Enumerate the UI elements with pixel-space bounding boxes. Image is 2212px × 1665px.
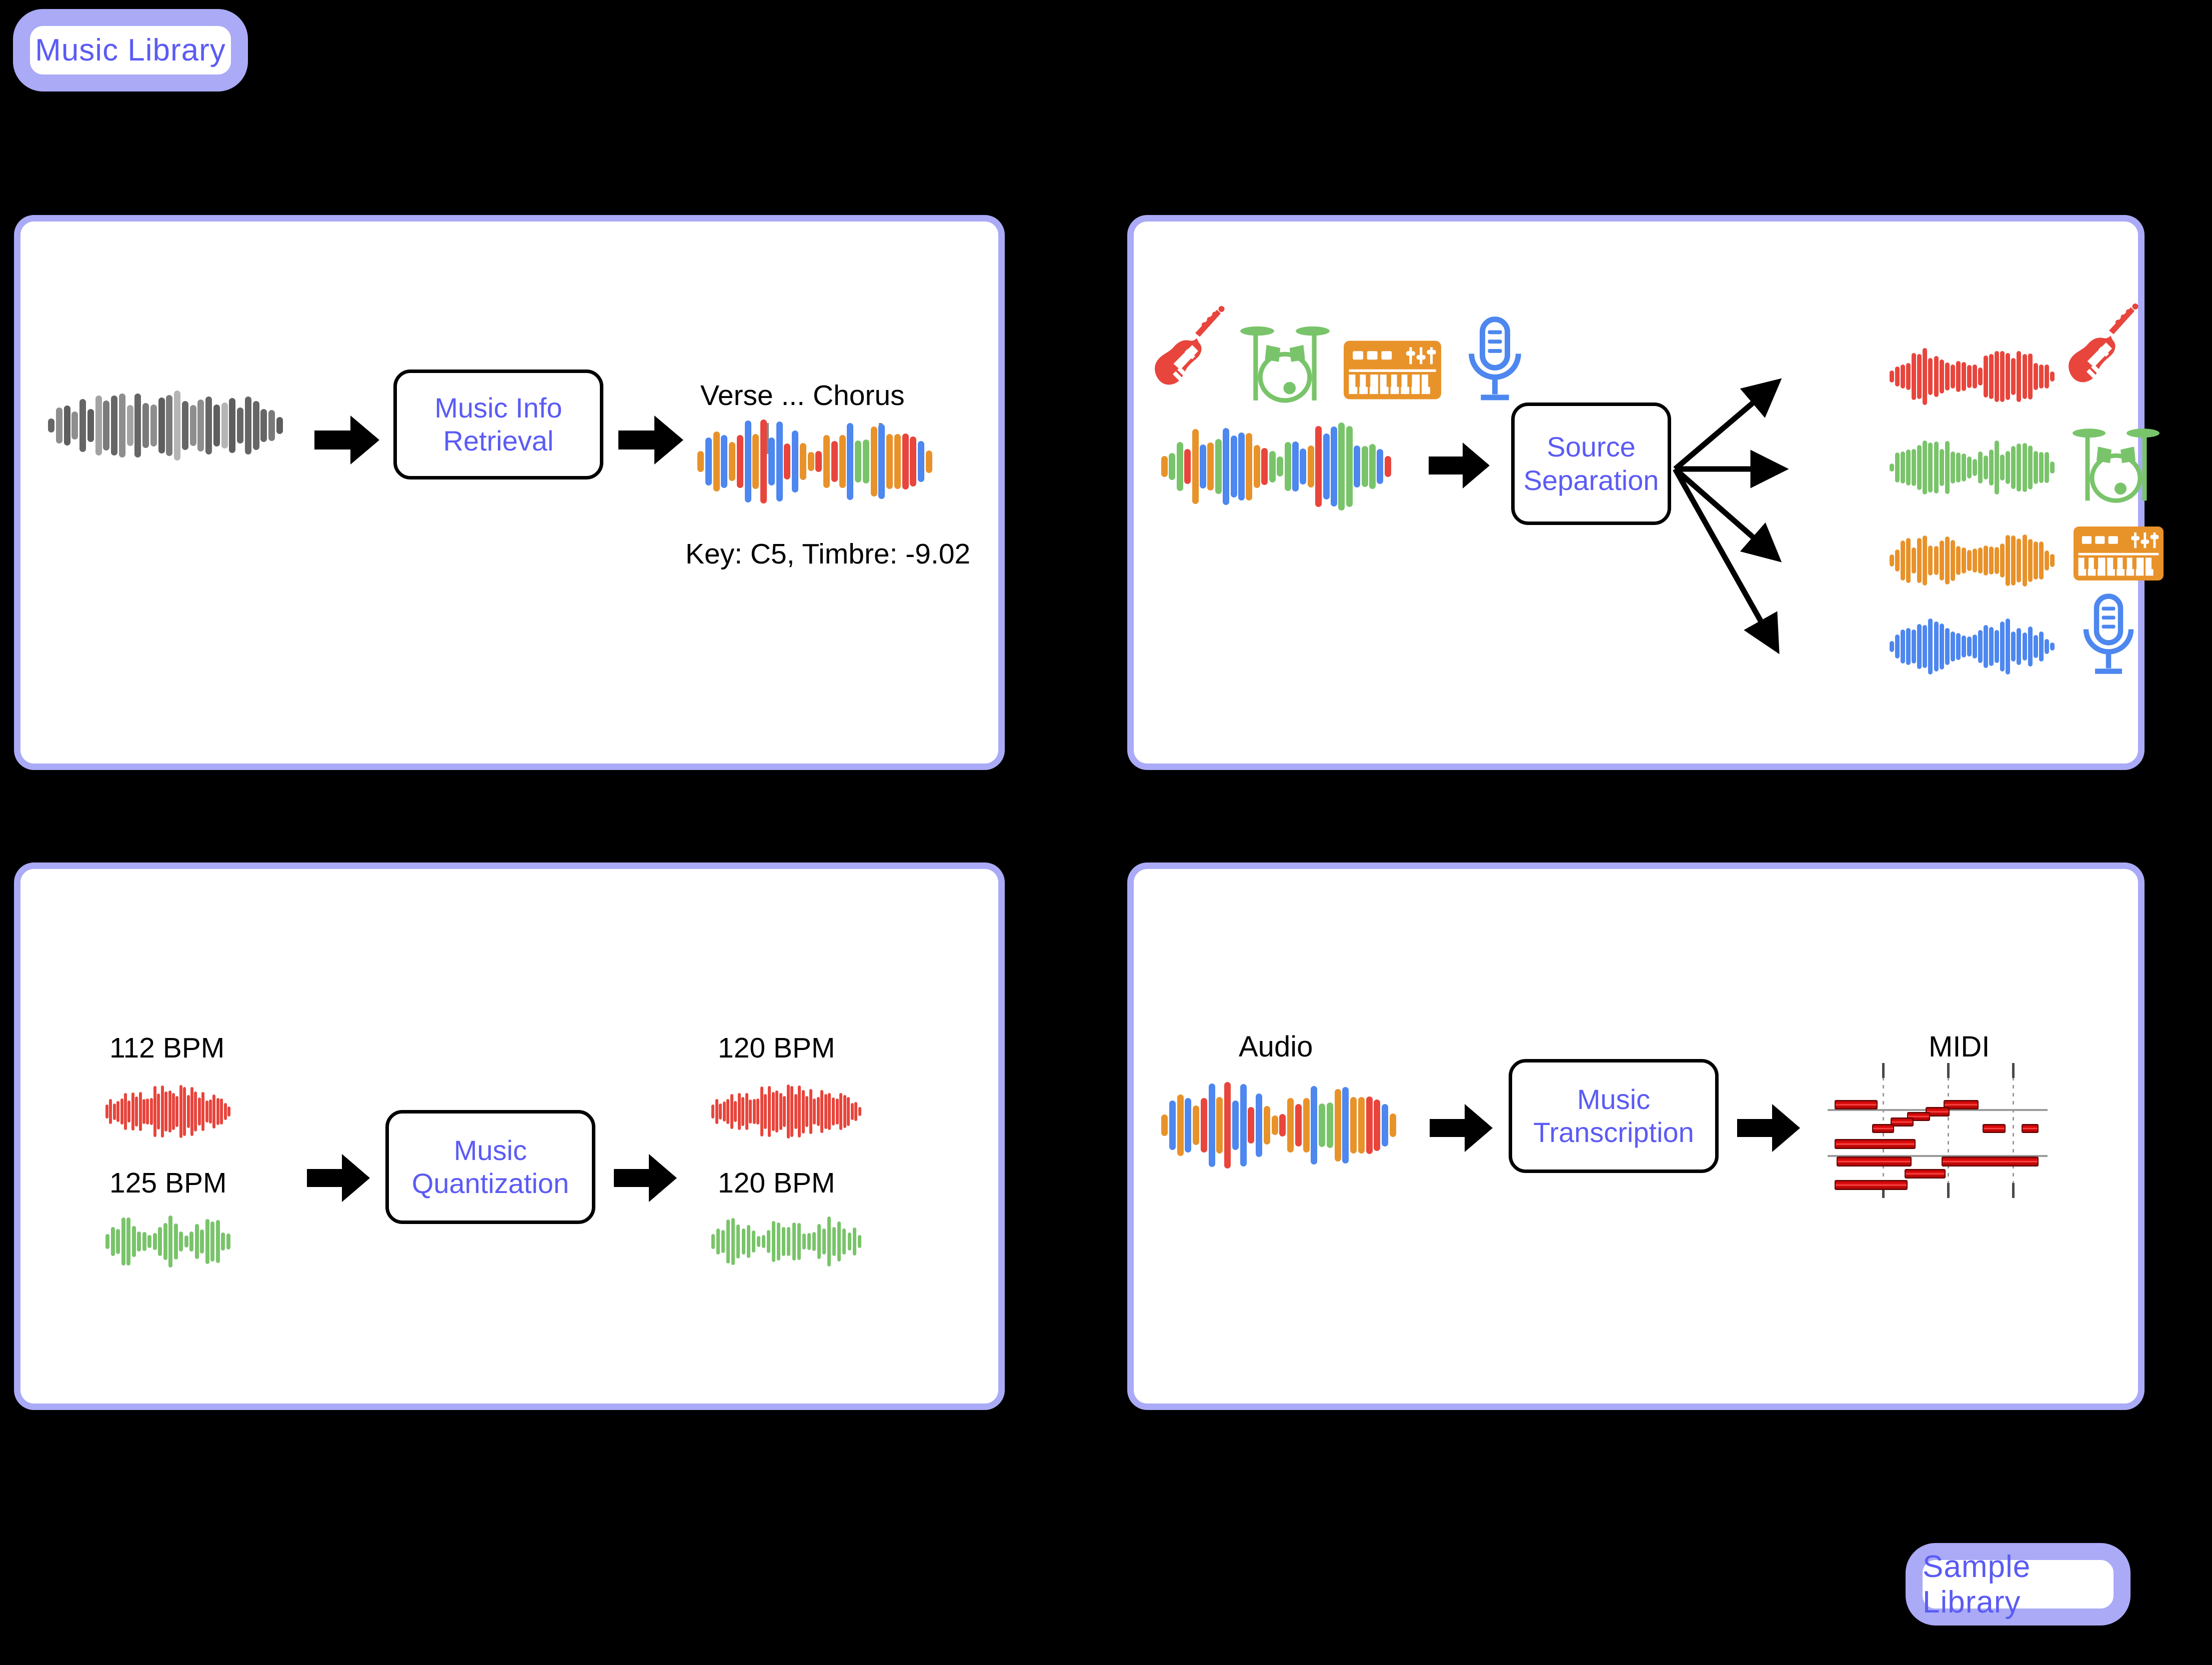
- input-bpm-label-2: 125 BPM: [109, 1167, 227, 1199]
- segment-caption: Verse ... Chorus: [700, 380, 905, 412]
- audio-waveform: [1161, 1079, 1396, 1172]
- input-waveform-2: [105, 1214, 230, 1269]
- microphone-icon: [1464, 314, 1526, 409]
- process-box-music-quantization[interactable]: Music Quantization: [385, 1110, 595, 1224]
- output-bpm-label-2: 120 BPM: [718, 1167, 835, 1199]
- arrow-input-to-process: [314, 416, 379, 464]
- process-label-line1: Music: [453, 1134, 527, 1166]
- stem-waveform-drums: [1890, 438, 2055, 498]
- guitar-icon: [1155, 304, 1230, 404]
- panel-music-info-retrieval: Music Info Retrieval Verse ... Chorus Ke…: [14, 215, 1005, 770]
- arrow-process-to-outputs: [614, 1154, 677, 1202]
- process-label-line2: Separation: [1523, 464, 1659, 496]
- process-label-line2: Quantization: [411, 1168, 569, 1199]
- stem-waveform-synth: [1890, 530, 2055, 590]
- panel-music-quantization: 112 BPM 125 BPM Music Quantization 120 B…: [14, 862, 1005, 1410]
- process-box-music-transcription[interactable]: Music Transcription: [1509, 1059, 1719, 1173]
- input-audio-waveform: [48, 386, 283, 466]
- output-waveform-1: [711, 1084, 861, 1139]
- arrow-audio-to-process: [1430, 1104, 1493, 1152]
- input-bpm-label-1: 112 BPM: [109, 1032, 225, 1064]
- music-library-label: Music Library: [35, 33, 226, 68]
- arrow-inputs-to-process: [307, 1154, 370, 1202]
- metadata-text: Key: C5, Timbre: -9.02: [685, 538, 971, 570]
- guitar-icon: [2069, 302, 2144, 402]
- process-box-source-separation[interactable]: Source Separation: [1511, 402, 1671, 525]
- output-waveform-2: [711, 1214, 861, 1269]
- arrow-mix-to-process: [1429, 442, 1490, 488]
- input-waveform-1: [105, 1084, 230, 1139]
- panel-source-separation: Source Separation: [1127, 215, 2164, 770]
- drums-icon: [2071, 419, 2161, 506]
- arrow-process-to-midi: [1737, 1104, 1800, 1152]
- arrow-process-to-output: [618, 416, 683, 464]
- synth-icon: [1344, 340, 1441, 400]
- output-label-midi: MIDI: [1929, 1030, 1990, 1063]
- stem-waveform-vocals: [1890, 616, 2055, 676]
- drums-icon: [1239, 316, 1331, 406]
- stem-waveform-guitar: [1890, 346, 2055, 406]
- music-library-chip[interactable]: Music Library: [13, 9, 248, 92]
- synth-icon: [2074, 526, 2164, 580]
- output-bpm-label-1: 120 BPM: [718, 1032, 835, 1064]
- process-label-line2: Transcription: [1533, 1116, 1694, 1148]
- process-label-line2: Retrieval: [443, 425, 554, 456]
- process-box-music-info-retrieval[interactable]: Music Info Retrieval: [393, 370, 603, 480]
- input-label-audio: Audio: [1239, 1030, 1313, 1063]
- sample-library-label: Sample Library: [1923, 1549, 2031, 1620]
- fanout-arrows: [1671, 296, 1881, 696]
- panel-music-transcription: Audio Music Transcription MIDI: [1127, 862, 2145, 1410]
- sample-library-chip[interactable]: Sample Library: [1906, 1543, 2131, 1626]
- process-label-line1: Music Info: [434, 392, 562, 424]
- midi-piano-roll: [1828, 1063, 2048, 1198]
- process-label-line1: Source: [1547, 431, 1636, 463]
- process-label-line1: Music: [1577, 1083, 1651, 1115]
- segmented-waveform: [697, 416, 932, 506]
- microphone-icon: [2079, 590, 2139, 683]
- mixed-audio-waveform: [1161, 422, 1391, 512]
